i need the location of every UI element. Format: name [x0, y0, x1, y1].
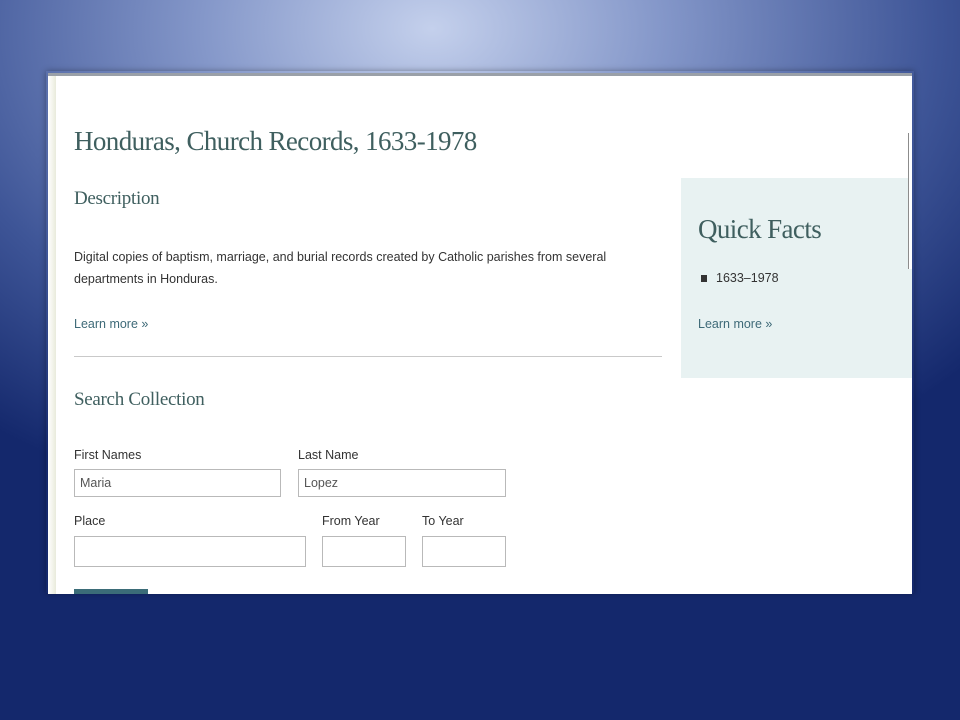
left-page-edge	[48, 76, 56, 594]
quick-facts-learn-more-link[interactable]: Learn more »	[698, 317, 772, 331]
to-year-input[interactable]	[422, 536, 506, 567]
from-year-label: From Year	[322, 514, 380, 528]
webpage-screenshot: Honduras, Church Records, 1633-1978 Desc…	[48, 73, 912, 594]
scrollbar[interactable]	[908, 133, 912, 269]
first-names-label: First Names	[74, 448, 142, 462]
description-learn-more-link[interactable]: Learn more »	[74, 317, 148, 331]
description-heading: Description	[74, 188, 160, 209]
description-text: Digital copies of baptism, marriage, and…	[74, 250, 607, 286]
search-button[interactable]	[74, 589, 148, 594]
place-label: Place	[74, 514, 106, 528]
quick-facts-panel: Quick Facts 1633–1978 Learn more »	[681, 178, 912, 378]
to-year-label: To Year	[422, 514, 464, 528]
square-bullet-icon	[701, 274, 707, 282]
section-divider	[74, 356, 662, 357]
from-year-input[interactable]	[322, 536, 406, 567]
search-collection-heading: Search Collection	[74, 389, 205, 410]
first-names-input[interactable]	[74, 469, 281, 497]
quick-facts-date-range: 1633–1978	[716, 271, 779, 285]
last-name-label: Last Name	[298, 448, 359, 462]
last-name-input[interactable]	[298, 469, 506, 497]
page-title: Honduras, Church Records, 1633-1978	[74, 126, 477, 156]
place-input[interactable]	[74, 536, 306, 567]
quick-facts-heading: Quick Facts	[698, 214, 822, 244]
quick-facts-item: 1633–1978	[701, 271, 779, 285]
